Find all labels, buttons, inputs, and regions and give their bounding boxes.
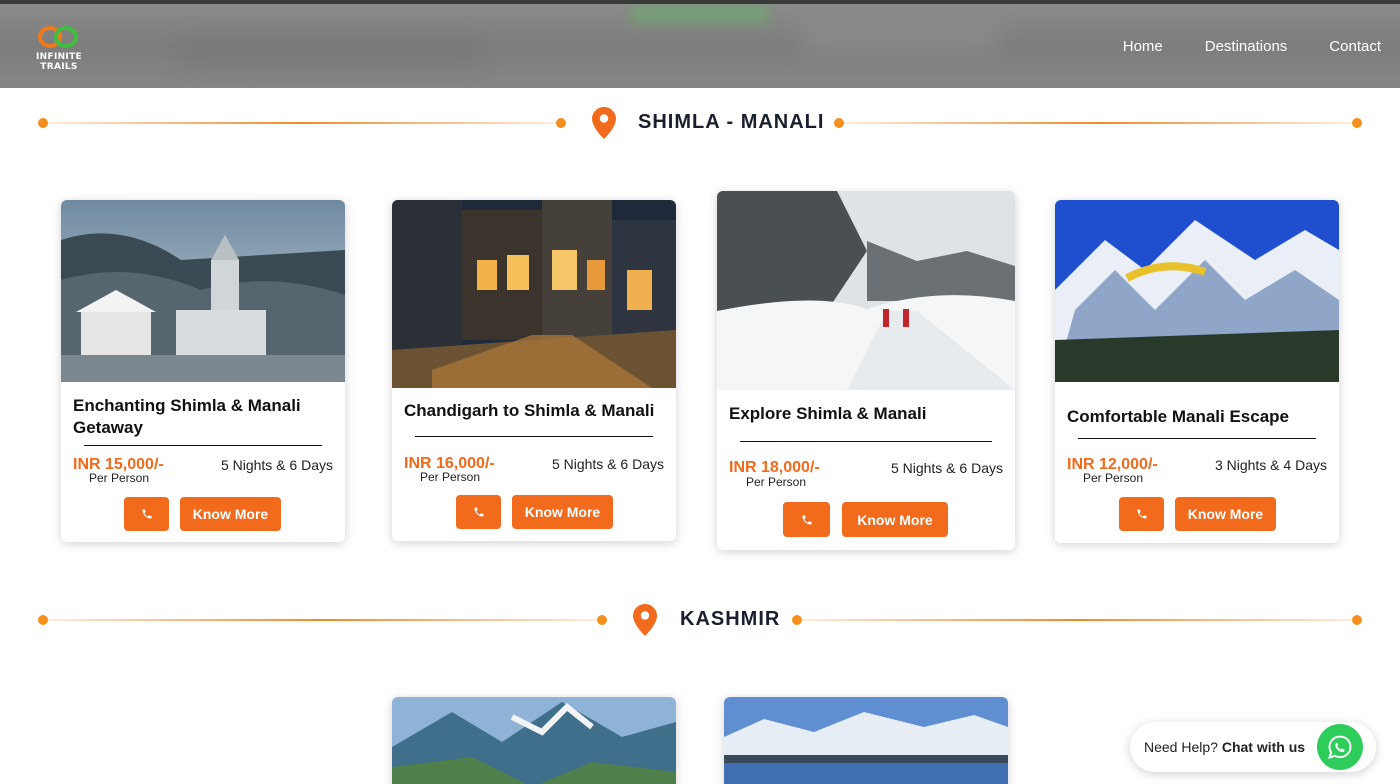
tour-title[interactable]: Chandigarh to Shimla & Manali <box>404 400 666 422</box>
divider <box>1078 438 1316 439</box>
phone-icon <box>1137 509 1146 519</box>
tour-duration: 3 Nights & 4 Days <box>1214 457 1327 473</box>
phone-icon <box>142 509 151 519</box>
divider-dot <box>556 118 566 128</box>
location-pin-icon <box>633 604 657 636</box>
divider-line <box>844 122 1352 124</box>
help-chat-widget[interactable]: Need Help? Chat with us <box>1130 722 1376 772</box>
site-header: INFINITE TRAILS Home Destinations Contac… <box>0 4 1400 88</box>
help-prefix: Need Help? <box>1144 739 1218 755</box>
tour-card[interactable]: Enchanting Shimla & Manali Getaway INR 1… <box>61 200 345 542</box>
know-more-button[interactable]: Know More <box>842 502 948 537</box>
tour-title[interactable]: Comfortable Manali Escape <box>1067 406 1329 428</box>
know-more-button[interactable]: Know More <box>1175 497 1276 531</box>
divider-dot <box>834 118 844 128</box>
tour-card[interactable]: Explore Shimla & Manali INR 18,000/- Per… <box>717 191 1015 550</box>
price-unit: Per Person <box>1083 471 1144 485</box>
tour-duration: 5 Nights & 6 Days <box>220 457 333 473</box>
know-more-button[interactable]: Know More <box>512 495 613 529</box>
tour-duration: 5 Nights & 6 Days <box>551 456 664 472</box>
price-unit: Per Person <box>89 471 150 485</box>
logo-text: INFINITE TRAILS <box>36 52 82 72</box>
tour-card[interactable] <box>392 697 676 784</box>
tour-card[interactable]: Chandigarh to Shimla & Manali INR 16,000… <box>392 200 676 541</box>
price-unit: Per Person <box>420 470 481 484</box>
divider-dot <box>792 615 802 625</box>
tour-card[interactable]: Comfortable Manali Escape INR 12,000/- P… <box>1055 200 1339 543</box>
tour-title[interactable]: Enchanting Shimla & Manali Getaway <box>73 395 335 439</box>
section-title: SHIMLA - MANALI <box>638 111 825 133</box>
tour-image-snow[interactable] <box>717 191 1015 390</box>
tour-duration: 5 Nights & 6 Days <box>890 460 1003 476</box>
price-unit: Per Person <box>746 475 807 489</box>
phone-icon <box>474 507 483 517</box>
location-pin-icon <box>592 107 616 139</box>
know-more-button[interactable]: Know More <box>180 497 281 531</box>
divider-dot <box>1352 118 1362 128</box>
call-button[interactable] <box>1119 497 1164 531</box>
tour-image-church[interactable] <box>61 200 345 382</box>
divider <box>740 441 992 442</box>
divider-line <box>48 619 597 621</box>
tour-image-lake[interactable] <box>724 697 1008 784</box>
section-title: KASHMIR <box>680 608 781 630</box>
divider-dot <box>1352 615 1362 625</box>
call-button[interactable] <box>124 497 169 531</box>
tour-image-valley[interactable] <box>392 697 676 784</box>
divider-dot <box>38 118 48 128</box>
tour-title[interactable]: Explore Shimla & Manali <box>729 403 1005 425</box>
nav-home[interactable]: Home <box>1123 38 1163 55</box>
help-text[interactable]: Need Help? Chat with us <box>1144 739 1305 755</box>
section-header-kashmir: KASHMIR <box>0 600 1400 640</box>
divider <box>84 445 322 446</box>
whatsapp-button[interactable] <box>1317 724 1363 770</box>
chat-link[interactable]: Chat with us <box>1222 739 1305 755</box>
section-header-shimla-manali: SHIMLA - MANALI <box>0 103 1400 143</box>
main-nav: Home Destinations Contact <box>1123 38 1381 55</box>
call-button[interactable] <box>783 502 830 537</box>
nav-destinations[interactable]: Destinations <box>1205 38 1288 55</box>
call-button[interactable] <box>456 495 501 529</box>
divider-line <box>48 122 556 124</box>
tour-image-street[interactable] <box>392 200 676 388</box>
divider <box>415 436 653 437</box>
divider-dot <box>597 615 607 625</box>
whatsapp-icon <box>1328 735 1352 759</box>
nav-contact[interactable]: Contact <box>1329 38 1381 55</box>
divider-line <box>802 619 1352 621</box>
tour-card[interactable] <box>724 697 1008 784</box>
phone-icon <box>802 515 811 524</box>
divider-dot <box>38 615 48 625</box>
brand-logo[interactable]: INFINITE TRAILS <box>22 26 96 72</box>
tour-image-mountain[interactable] <box>1055 200 1339 382</box>
